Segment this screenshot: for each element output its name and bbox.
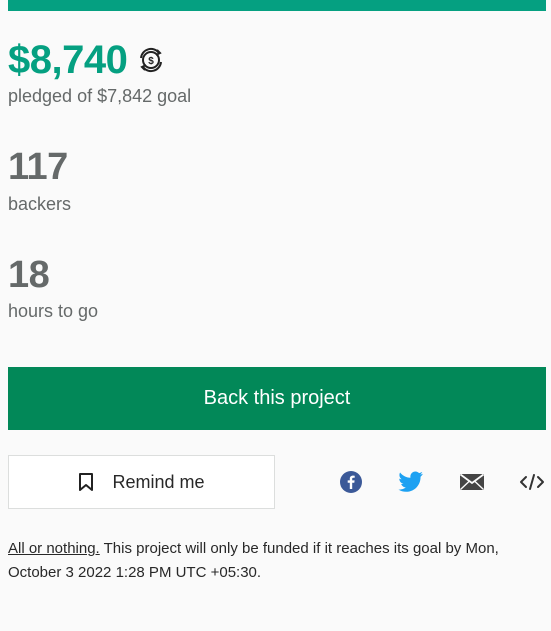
backers-count: 117 bbox=[8, 146, 68, 188]
back-project-button[interactable]: Back this project bbox=[8, 367, 546, 430]
embed-icon[interactable] bbox=[519, 470, 545, 494]
time-left-label: hours to go bbox=[8, 301, 99, 321]
funding-progress-bar bbox=[8, 0, 546, 11]
email-icon[interactable] bbox=[459, 470, 485, 494]
all-or-nothing-link[interactable]: All or nothing. bbox=[8, 540, 100, 557]
funding-progress-fill bbox=[8, 0, 546, 11]
funding-terms-note: All or nothing. This project will only b… bbox=[8, 537, 548, 585]
time-left-value: 18 bbox=[8, 254, 50, 296]
facebook-icon[interactable] bbox=[338, 470, 364, 494]
campaign-stats-panel: $8,740 $ pledged of $7,842 goal 117 back… bbox=[0, 0, 551, 631]
pledged-goal-text: pledged of $7,842 goal bbox=[8, 86, 192, 106]
backers-label: backers bbox=[8, 194, 72, 214]
pledged-amount-row: $8,740 $ bbox=[8, 36, 165, 84]
pledged-amount: $8,740 bbox=[8, 38, 128, 82]
remind-me-button[interactable]: Remind me bbox=[8, 455, 275, 509]
svg-text:$: $ bbox=[149, 56, 155, 67]
remind-me-label: Remind me bbox=[112, 471, 205, 492]
currency-conversion-icon[interactable]: $ bbox=[137, 46, 165, 74]
twitter-icon[interactable] bbox=[398, 470, 424, 494]
bookmark-icon bbox=[78, 472, 94, 492]
